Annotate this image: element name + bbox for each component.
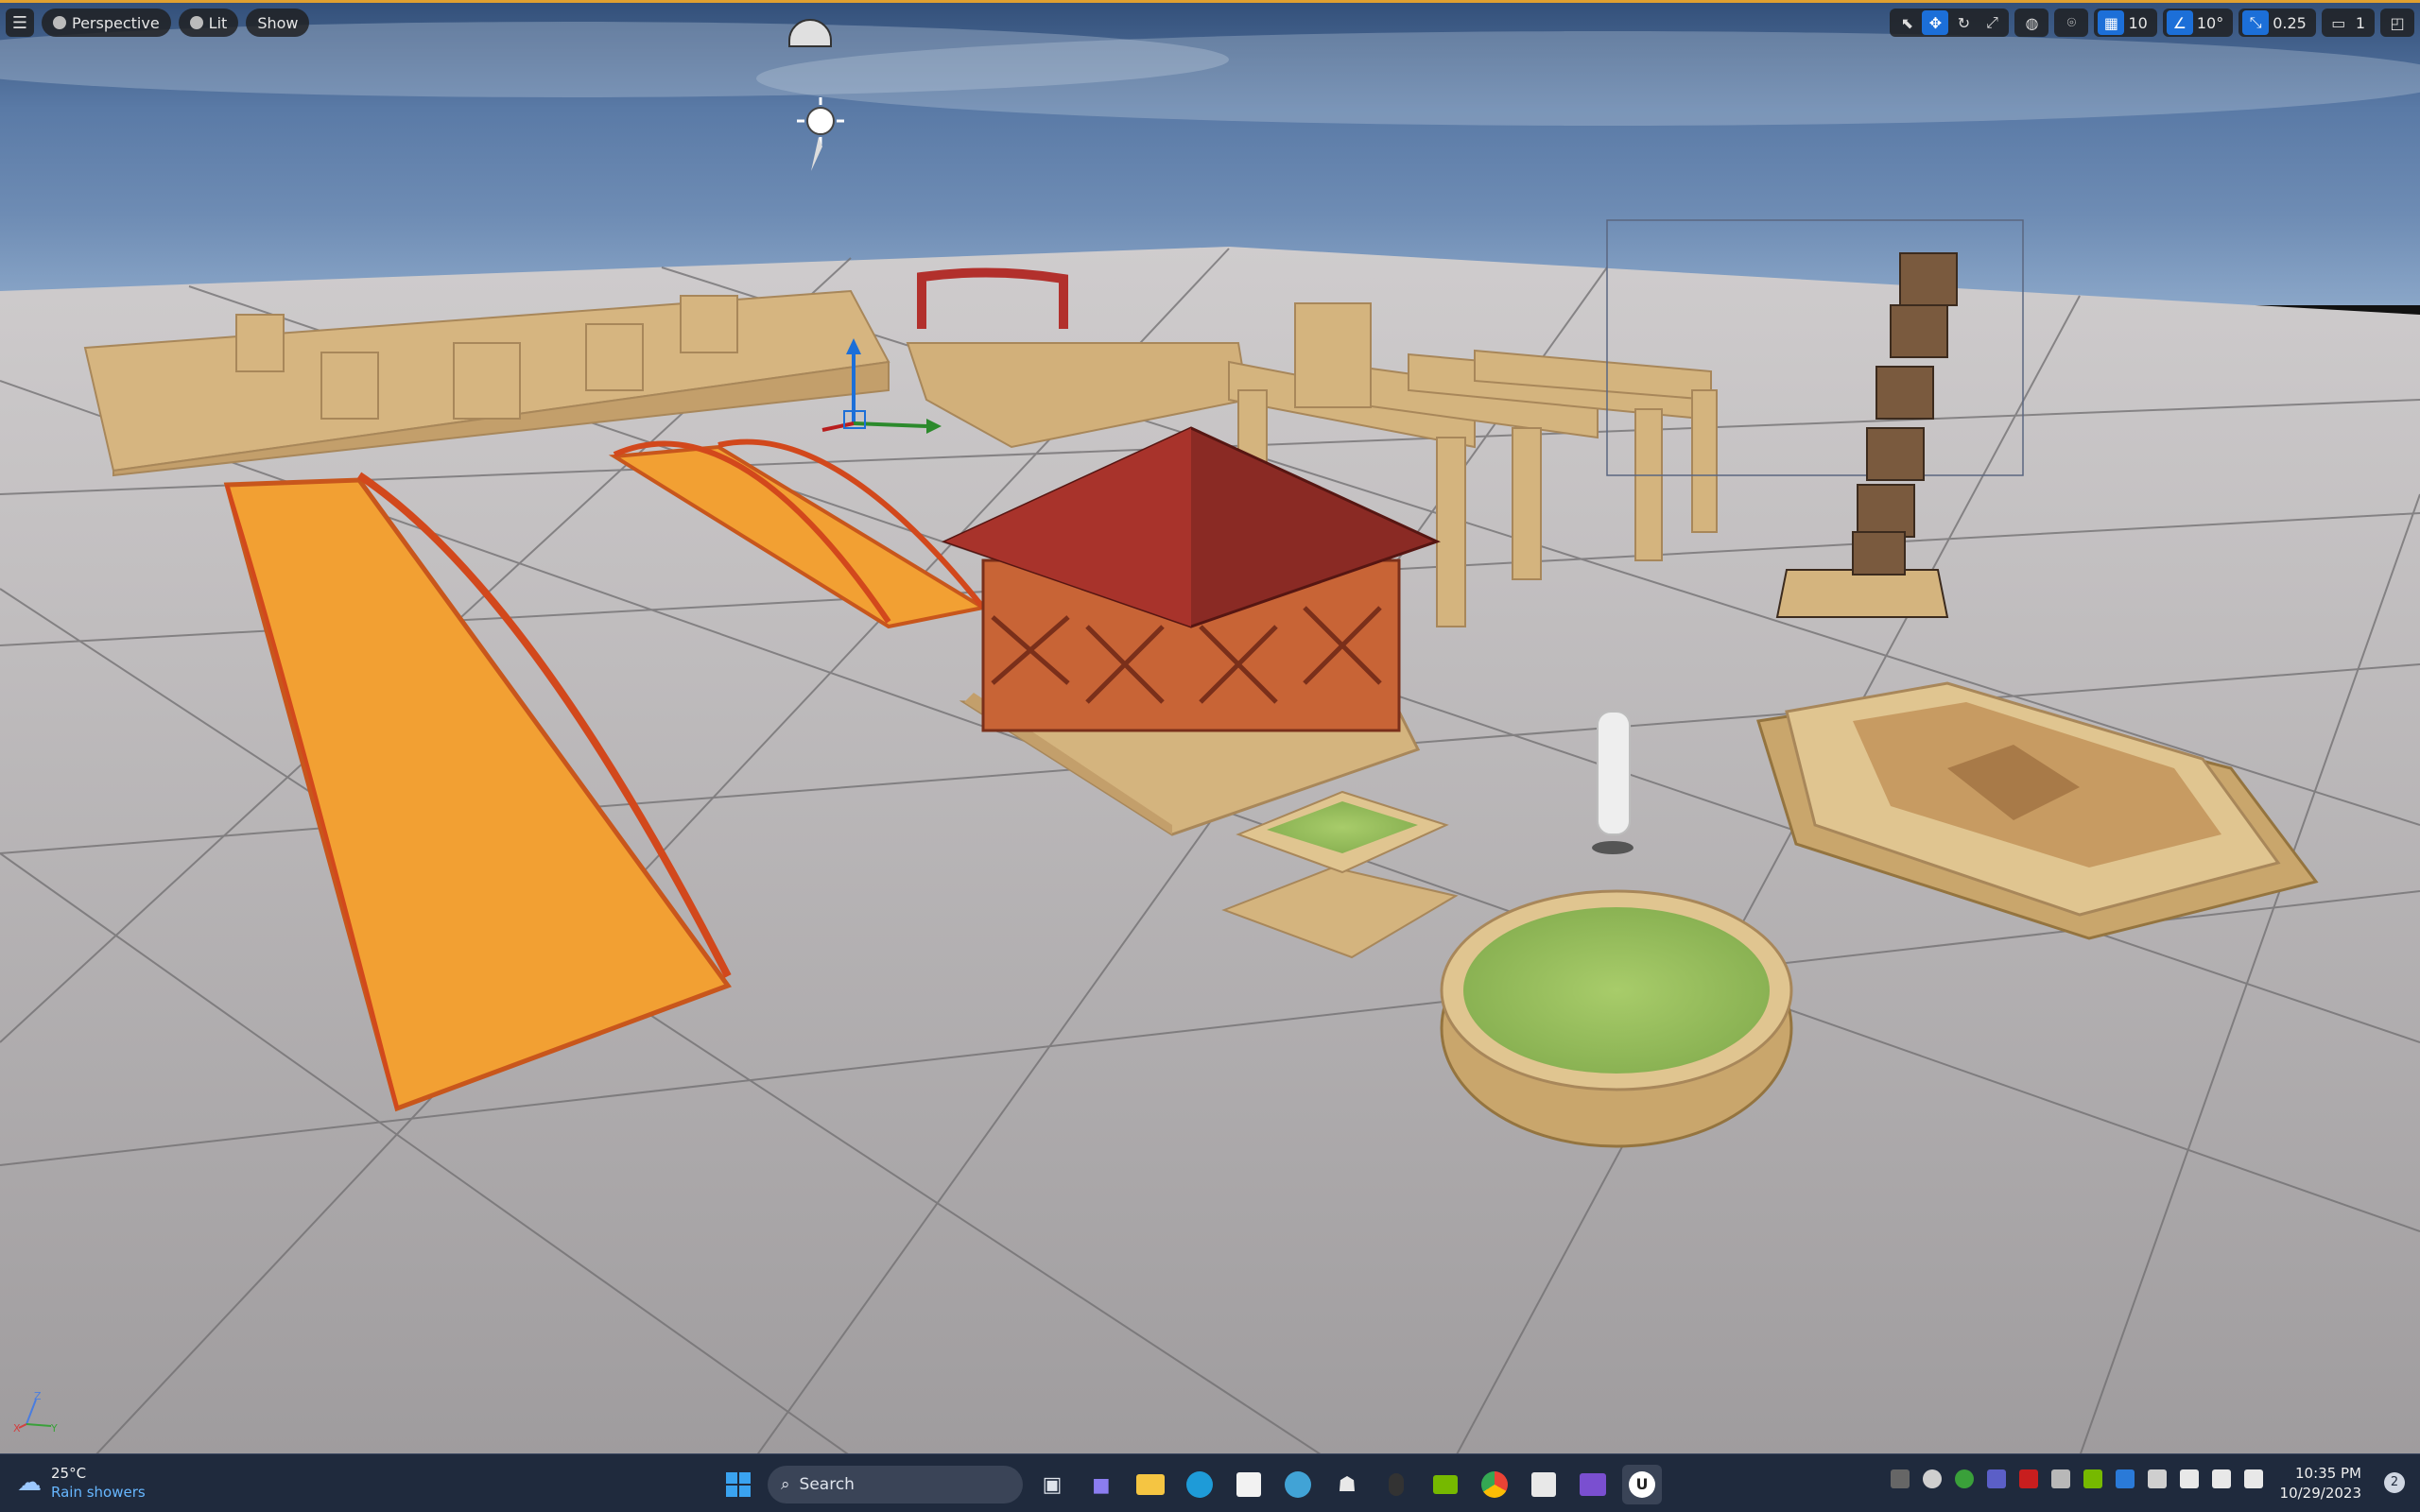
- grid-snap-icon[interactable]: ▦: [2098, 10, 2125, 35]
- task-view-icon[interactable]: ▣: [1032, 1465, 1072, 1504]
- battery-icon[interactable]: [2244, 1469, 2263, 1488]
- weather-condition: Rain showers: [51, 1484, 146, 1501]
- show-button[interactable]: Show: [246, 9, 310, 37]
- tray-green-icon[interactable]: [2083, 1469, 2102, 1488]
- scale-tool-icon[interactable]: ⤢: [1979, 10, 2005, 35]
- network-app-icon[interactable]: [1955, 1469, 1974, 1488]
- bluetooth-icon[interactable]: [2116, 1469, 2135, 1488]
- edge-icon[interactable]: [1180, 1465, 1219, 1504]
- teams-icon[interactable]: [1987, 1469, 2006, 1488]
- volume-icon[interactable]: [2212, 1469, 2231, 1488]
- wifi-icon[interactable]: [2180, 1469, 2199, 1488]
- maximize-viewport-group: ◰: [2380, 9, 2414, 37]
- surface-snap-group: ⌾: [2054, 9, 2089, 37]
- rotate-tool-icon[interactable]: ↻: [1950, 10, 1977, 35]
- scale-snap-value[interactable]: 0.25: [2271, 14, 2312, 32]
- viewport-menu-button[interactable]: ☰: [6, 9, 34, 37]
- view-mode-label: Perspective: [72, 13, 160, 32]
- rotation-snap-icon[interactable]: ∠: [2166, 10, 2193, 35]
- clock-date: 10/29/2023: [2279, 1485, 2361, 1502]
- browser-icon[interactable]: [1278, 1465, 1318, 1504]
- mcafee-icon[interactable]: [2019, 1469, 2038, 1488]
- file-explorer-icon[interactable]: [1131, 1465, 1170, 1504]
- transform-tools: ⬉ ✥ ↻ ⤢: [1890, 9, 2010, 37]
- surface-snap-icon[interactable]: ⌾: [2058, 10, 2084, 35]
- store-icon[interactable]: [1229, 1465, 1269, 1504]
- coordinate-space-group: ◍: [2014, 9, 2049, 37]
- clock-time: 10:35 PM: [2295, 1465, 2361, 1482]
- camera-icon[interactable]: ▭: [2325, 10, 2352, 35]
- taskbar-clock[interactable]: 10:35 PM 10/29/2023: [2280, 1464, 2361, 1503]
- weather-temperature: 25°C: [51, 1465, 87, 1482]
- camera-speed-group: ▭ 1: [2321, 9, 2375, 37]
- rotation-snap-value[interactable]: 10°: [2195, 14, 2229, 32]
- xbox-icon[interactable]: [1923, 1469, 1942, 1488]
- lit-sphere-icon: [189, 16, 203, 29]
- grid-snap-group: ▦ 10: [2094, 9, 2157, 37]
- viewport-scene[interactable]: [0, 3, 2420, 1453]
- axis-x-label: X: [13, 1422, 21, 1434]
- axis-z-label: Z: [34, 1390, 42, 1402]
- alien-icon[interactable]: ☗: [1327, 1465, 1367, 1504]
- notification-badge[interactable]: 2: [2384, 1472, 2405, 1493]
- select-tool-icon[interactable]: ⬉: [1893, 10, 1920, 35]
- scale-snap-group: ⤡ 0.25: [2238, 9, 2316, 37]
- move-tool-icon[interactable]: ✥: [1922, 10, 1949, 35]
- axis-y-label: Y: [50, 1422, 58, 1434]
- cube-icon: [53, 16, 66, 29]
- tray-app-icon[interactable]: [2051, 1469, 2070, 1488]
- windows-logo-icon: [726, 1472, 751, 1497]
- system-tray: [1891, 1469, 2263, 1488]
- onedrive-icon[interactable]: [2148, 1469, 2167, 1488]
- world-space-icon[interactable]: ◍: [2018, 10, 2045, 35]
- weather-widget[interactable]: ☁ 25°C Rain showers: [17, 1464, 146, 1502]
- start-button[interactable]: [718, 1465, 758, 1504]
- ime-icon[interactable]: [1891, 1469, 1910, 1488]
- grid-snap-value[interactable]: 10: [2126, 14, 2152, 32]
- axis-indicator: Z X Y: [13, 1390, 58, 1434]
- camera-speed-value[interactable]: 1: [2354, 14, 2371, 32]
- nvidia-icon[interactable]: [1426, 1465, 1465, 1504]
- taskbar-search[interactable]: ⌕ Search: [768, 1466, 1023, 1503]
- chat-icon[interactable]: ◼: [1081, 1465, 1121, 1504]
- round-planter[interactable]: [1440, 889, 1793, 1148]
- unreal-engine-icon[interactable]: U: [1622, 1465, 1662, 1504]
- level-viewport[interactable]: ☰ Perspective Lit Show ⬉ ✥ ↻ ⤢ ◍ ⌾ ▦ 10 …: [0, 0, 2420, 1453]
- rotation-snap-group: ∠ 10°: [2162, 9, 2234, 37]
- maximize-icon[interactable]: ◰: [2384, 10, 2411, 35]
- mouse-icon[interactable]: [1376, 1465, 1416, 1504]
- hamburger-icon: ☰: [11, 12, 28, 33]
- show-label: Show: [257, 13, 299, 32]
- scale-snap-icon[interactable]: ⤡: [2242, 10, 2270, 35]
- app-icon[interactable]: [1524, 1465, 1564, 1504]
- rain-cloud-icon: ☁: [17, 1469, 42, 1497]
- lighting-mode-label: Lit: [208, 13, 228, 32]
- clapper-icon[interactable]: [1573, 1465, 1613, 1504]
- windows-taskbar: ☁ 25°C Rain showers ⌕ Search ▣ ◼ ☗ U 10:…: [0, 1453, 2420, 1512]
- lighting-mode-button[interactable]: Lit: [178, 9, 239, 37]
- search-placeholder: Search: [799, 1475, 855, 1494]
- view-mode-button[interactable]: Perspective: [42, 9, 171, 37]
- search-icon: ⌕: [781, 1475, 790, 1494]
- chrome-icon[interactable]: [1475, 1465, 1514, 1504]
